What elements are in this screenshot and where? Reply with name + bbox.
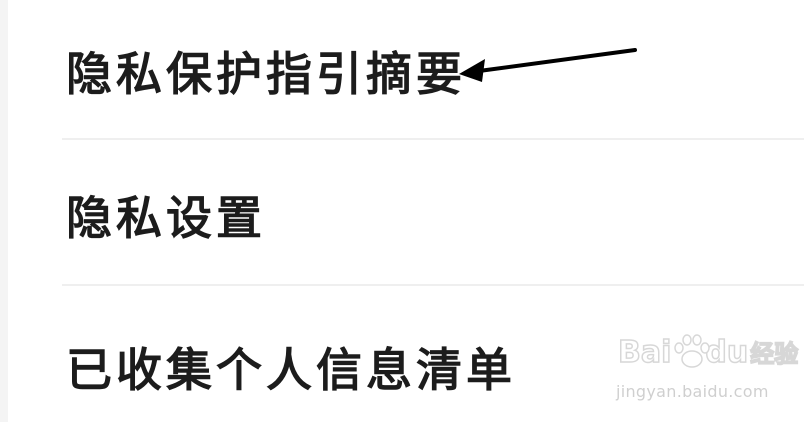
- menu-item-privacy-settings[interactable]: 隐私设置: [0, 140, 804, 286]
- watermark-brand-cn: 经验: [750, 339, 800, 369]
- menu-item-privacy-summary[interactable]: 隐私保护指引摘要: [0, 0, 804, 140]
- menu-item-label: 已收集个人信息清单: [66, 343, 516, 397]
- baidu-jingyan-watermark: Bai du经验 jingyan.baidu.com: [612, 334, 799, 410]
- menu-item-label: 隐私设置: [66, 191, 266, 245]
- screen: 隐私保护指引摘要 隐私设置 已收集个人信息清单 Bai du经验 jingyan.…: [0, 0, 804, 422]
- watermark-url: jingyan.baidu.com: [616, 382, 769, 401]
- menu-item-label: 隐私保护指引摘要: [66, 47, 466, 101]
- left-arrow-icon: [459, 48, 637, 82]
- paw-icon: [674, 334, 710, 368]
- watermark-brand-latin: Bai: [617, 334, 672, 371]
